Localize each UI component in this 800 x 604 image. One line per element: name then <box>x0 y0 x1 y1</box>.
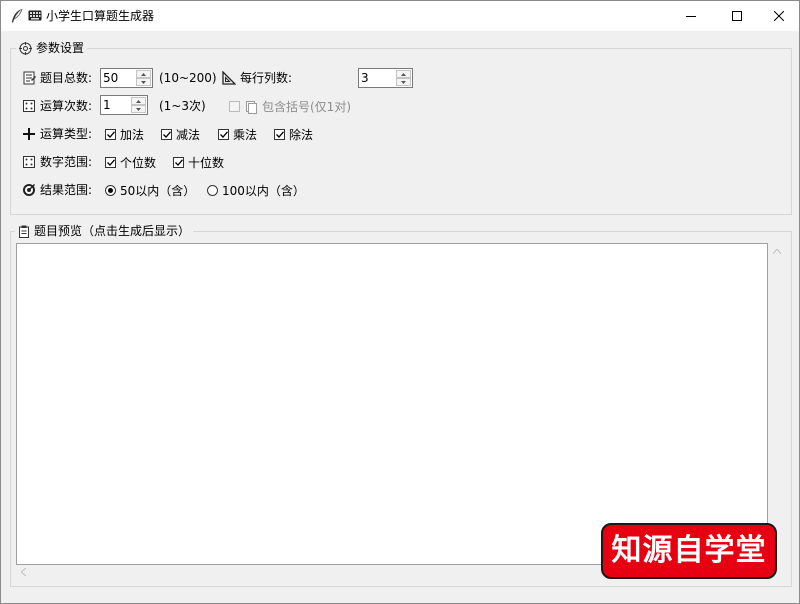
spin-up-icon <box>401 72 406 76</box>
op-add-checkbox[interactable]: 加法 <box>105 126 144 143</box>
single-digit-label: 个位数 <box>120 156 157 170</box>
watermark-text: 知源自学堂 <box>611 533 767 568</box>
triangle-ruler-icon <box>222 71 236 85</box>
op-count-hint: (1~3次) <box>159 99 206 113</box>
params-legend-text: 参数设置 <box>36 41 85 55</box>
preview-textarea[interactable] <box>16 243 768 565</box>
scroll-left-icon[interactable] <box>21 568 26 576</box>
keyboard-icon <box>28 10 42 21</box>
checkmark-icon <box>106 131 115 138</box>
target-icon <box>19 41 32 55</box>
result-50-radio[interactable]: 50以内（含） <box>105 182 195 199</box>
clipboard-icon <box>19 225 29 238</box>
watermark-logo: 知源自学堂 <box>601 523 777 579</box>
checkmark-icon <box>174 159 183 166</box>
memo-icon <box>23 71 36 85</box>
double-digit-checkbox[interactable]: 十位数 <box>173 154 224 171</box>
single-digit-checkbox[interactable]: 个位数 <box>105 154 156 171</box>
double-digit-label: 十位数 <box>188 156 225 170</box>
bullseye-icon <box>23 184 35 196</box>
total-questions-label: 题目总数: <box>40 71 93 85</box>
close-button[interactable] <box>756 1 800 31</box>
spin-down-icon <box>401 80 406 84</box>
op-types-label: 运算类型: <box>40 127 93 141</box>
checkmark-icon <box>106 159 115 166</box>
result-100-radio-circle[interactable] <box>207 185 218 196</box>
op-count-input[interactable] <box>103 97 132 113</box>
window-title: 小学生口算题生成器 <box>46 9 155 23</box>
parentheses-label: 包含括号(仅1对) <box>262 100 351 114</box>
dice-icon <box>23 100 35 112</box>
dice-icon <box>23 156 35 168</box>
total-questions-input[interactable] <box>103 70 137 86</box>
op-count-down-button[interactable] <box>131 105 146 113</box>
op-subtract-label: 减法 <box>176 128 201 142</box>
op-divide-checkbox-box[interactable] <box>274 129 285 140</box>
op-multiply-checkbox-box[interactable] <box>218 129 229 140</box>
plus-icon <box>23 128 35 140</box>
op-subtract-checkbox[interactable]: 减法 <box>161 126 200 143</box>
per-row-input[interactable] <box>361 70 397 86</box>
vertical-scrollbar[interactable] <box>769 243 786 565</box>
preview-legend-text: 题目预览（点击生成后显示） <box>34 224 191 238</box>
op-subtract-checkbox-box[interactable] <box>161 129 172 140</box>
op-divide-checkbox[interactable]: 除法 <box>274 126 313 143</box>
maximize-button[interactable] <box>714 1 760 31</box>
close-icon <box>774 11 784 21</box>
total-questions-down-button[interactable] <box>136 78 151 86</box>
spin-down-icon <box>136 107 141 111</box>
spin-down-icon <box>141 80 146 84</box>
total-questions-hint: (10~200) <box>159 71 217 85</box>
spin-up-icon <box>136 99 141 103</box>
maximize-icon <box>732 11 742 21</box>
title-bar[interactable]: 小学生口算题生成器 <box>1 1 799 31</box>
spin-up-icon <box>141 72 146 76</box>
total-questions-up-button[interactable] <box>136 70 151 78</box>
checkmark-icon <box>219 131 228 138</box>
preview-legend: 题目预览（点击生成后显示） <box>15 224 194 238</box>
op-multiply-checkbox[interactable]: 乘法 <box>218 126 257 143</box>
scroll-up-icon[interactable] <box>773 249 781 254</box>
op-count-label: 运算次数: <box>40 99 93 113</box>
op-count-up-button[interactable] <box>131 97 146 105</box>
checkmark-icon <box>162 131 171 138</box>
app-window: 小学生口算题生成器 参数设置 题目总数: 50 (10~200) 每行列数: 3… <box>0 0 800 604</box>
single-digit-checkbox-box[interactable] <box>105 157 116 168</box>
op-divide-label: 除法 <box>289 128 314 142</box>
result-100-radio[interactable]: 100以内（含） <box>207 182 305 199</box>
preview-content <box>17 244 767 250</box>
op-count-spinbox[interactable] <box>100 95 148 115</box>
result-50-radio-circle[interactable] <box>105 185 116 196</box>
op-multiply-label: 乘法 <box>233 128 258 142</box>
result-100-label: 100以内（含） <box>222 184 305 198</box>
number-range-label: 数字范围: <box>40 155 93 169</box>
per-row-down-button[interactable] <box>396 78 411 86</box>
op-add-label: 加法 <box>120 128 145 142</box>
params-legend: 参数设置 <box>16 41 88 55</box>
feather-icon <box>12 8 23 23</box>
pages-icon <box>246 100 257 114</box>
double-digit-checkbox-box[interactable] <box>173 157 184 168</box>
result-range-label: 结果范围: <box>40 183 93 197</box>
checkmark-icon <box>275 131 284 138</box>
minimize-icon <box>686 16 696 17</box>
minimize-button[interactable] <box>668 1 714 31</box>
per-row-spinbox[interactable] <box>358 68 413 88</box>
total-questions-spinbox[interactable] <box>100 68 153 88</box>
per-row-label: 每行列数: <box>240 71 293 85</box>
parentheses-checkbox-box[interactable] <box>229 101 240 112</box>
result-50-label: 50以内（含） <box>120 184 196 198</box>
per-row-up-button[interactable] <box>396 70 411 78</box>
parentheses-checkbox[interactable]: 包含括号(仅1对) <box>229 98 351 115</box>
op-add-checkbox-box[interactable] <box>105 129 116 140</box>
